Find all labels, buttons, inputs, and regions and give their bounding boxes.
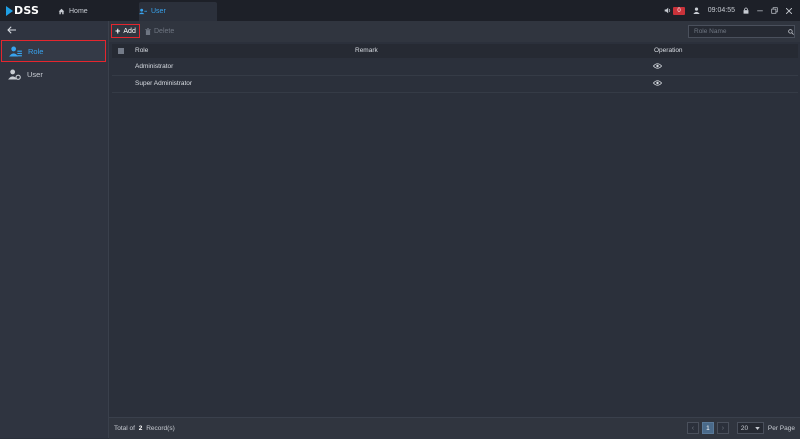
role-name-cell: Super Administrator — [135, 80, 193, 87]
page-size-select[interactable]: 20 — [736, 422, 764, 434]
system-tray: 0 09:04:55 — [664, 0, 800, 21]
user-key-icon — [139, 8, 147, 15]
clock: 09:04:55 — [707, 7, 735, 14]
pagination-bar: Total of 2 Record(s) ‹ 1 › 20 Per Page — [109, 417, 800, 439]
add-button-label: Add — [123, 27, 136, 35]
sidebar-item-role[interactable]: Role — [1, 40, 106, 62]
column-header-remark[interactable]: Remark — [355, 47, 378, 54]
sidebar: Role User — [0, 21, 109, 438]
tab-home-label: Home — [69, 8, 88, 15]
chevron-left-icon: ‹ — [691, 424, 695, 432]
search-box — [688, 25, 795, 38]
logo-text: DSS — [14, 4, 40, 17]
plus-icon: + — [115, 25, 121, 36]
user-settings-icon — [8, 69, 21, 80]
tab-home[interactable]: Home — [52, 2, 116, 21]
back-button[interactable] — [7, 26, 17, 36]
prev-page-button[interactable]: ‹ — [686, 422, 699, 434]
role-icon — [9, 46, 22, 57]
close-icon — [786, 7, 792, 14]
trash-icon — [145, 27, 151, 35]
restore-icon — [771, 7, 778, 14]
per-page-label: Per Page — [767, 424, 795, 432]
search-input[interactable] — [689, 27, 784, 36]
view-icon[interactable] — [653, 80, 662, 86]
user-icon — [693, 7, 700, 14]
chevron-right-icon: › — [721, 424, 725, 432]
delete-button-label: Delete — [154, 27, 175, 35]
sidebar-item-role-label: Role — [28, 46, 44, 56]
app-logo: DSS — [6, 4, 39, 17]
speaker-icon — [665, 7, 671, 14]
title-bar: DSS Home User 0 09:04:55 — [0, 0, 800, 21]
table-row[interactable]: Administrator — [112, 59, 798, 76]
arrow-left-icon — [7, 26, 16, 34]
total-suffix: Record(s) — [146, 425, 175, 432]
home-icon — [58, 8, 65, 15]
search-icon[interactable] — [788, 28, 794, 36]
pager: ‹ 1 › 20 Per Page — [684, 421, 795, 435]
tab-user[interactable]: User — [139, 2, 217, 21]
column-header-operation: Operation — [654, 47, 683, 54]
lock-icon — [743, 7, 749, 14]
total-prefix: Total of — [114, 425, 135, 432]
view-icon[interactable] — [653, 63, 662, 69]
current-user[interactable] — [693, 7, 700, 14]
select-all-checkbox[interactable] — [118, 48, 124, 54]
total-count: 2 — [138, 425, 143, 432]
minimize-button[interactable] — [757, 7, 763, 14]
restore-button[interactable] — [771, 7, 778, 14]
table-header: Role Remark Operation — [112, 44, 798, 58]
logo-icon — [6, 5, 13, 16]
minimize-icon — [757, 10, 763, 12]
tab-user-label: User — [151, 8, 166, 15]
close-button[interactable] — [786, 7, 792, 14]
column-header-role[interactable]: Role — [135, 47, 148, 54]
toolbar: + Add Delete — [109, 21, 800, 42]
total-records: Total of 2 Record(s) — [114, 425, 175, 432]
chevron-down-icon — [755, 426, 760, 430]
page-size-value: 20 — [740, 424, 749, 432]
current-page[interactable]: 1 — [701, 422, 714, 434]
add-button[interactable]: + Add — [111, 24, 140, 38]
main-content: + Add Delete Role Remark Operation Admin… — [109, 21, 800, 439]
table-row[interactable]: Super Administrator — [112, 76, 798, 93]
role-name-cell: Administrator — [135, 63, 174, 70]
alarm-count-badge: 0 — [673, 6, 685, 15]
next-page-button[interactable]: › — [716, 422, 729, 434]
sidebar-item-user[interactable]: User — [1, 63, 106, 85]
sidebar-item-user-label: User — [27, 69, 43, 79]
alarm-indicator[interactable]: 0 — [664, 6, 685, 15]
lock-button[interactable] — [743, 7, 749, 14]
delete-button[interactable]: Delete — [145, 24, 174, 38]
